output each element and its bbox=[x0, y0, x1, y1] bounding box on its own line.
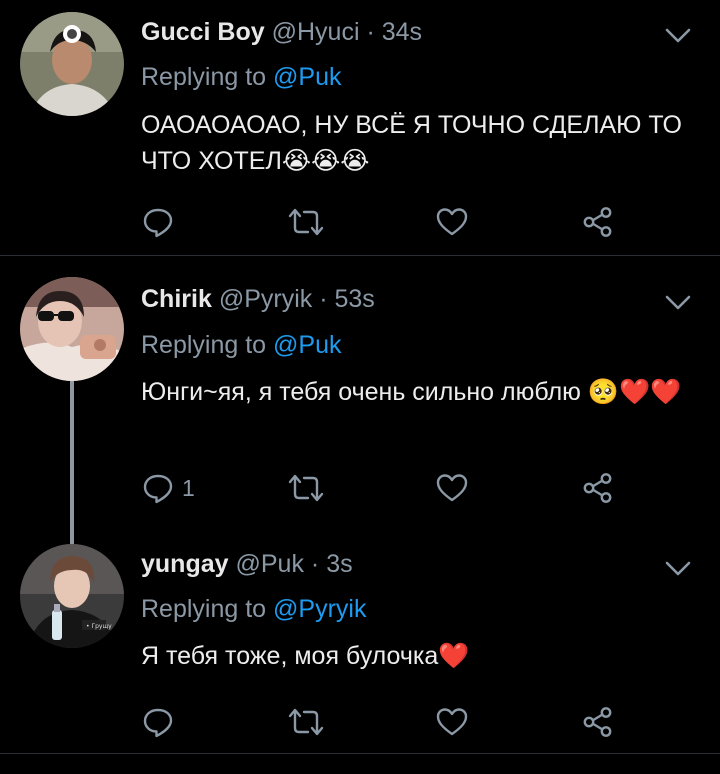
chevron-down-icon[interactable] bbox=[664, 294, 692, 312]
replying-to: Replying to @Pyryik bbox=[141, 594, 366, 624]
tweet-text: ОАОАОАОАО, НУ ВСЁ Я ТОЧНО СДЕЛАЮ ТО ЧТО … bbox=[141, 107, 701, 179]
tweet[interactable]: • Грущу yungay @Puk · 3s Replying to @Py… bbox=[0, 520, 720, 752]
reply-icon bbox=[143, 474, 173, 504]
reply-count: 1 bbox=[182, 474, 195, 501]
tweet-divider bbox=[0, 753, 720, 754]
mention-link[interactable]: @Puk bbox=[273, 63, 341, 91]
avatar[interactable] bbox=[20, 277, 124, 381]
avatar[interactable] bbox=[20, 12, 124, 116]
user-handle[interactable]: @Pyryik bbox=[219, 285, 312, 313]
thread-line bbox=[70, 366, 74, 546]
share-button[interactable] bbox=[580, 704, 616, 740]
display-name[interactable]: Chirik bbox=[141, 285, 212, 313]
retweet-button[interactable] bbox=[286, 704, 326, 740]
retweet-icon bbox=[288, 474, 324, 502]
tweet-text: Я тебя тоже, моя булочка❤️ bbox=[141, 638, 701, 674]
tweet-emoji: 🥺❤️❤️ bbox=[587, 377, 682, 406]
tweet-emoji: 😭😭😭 bbox=[281, 146, 370, 175]
share-icon bbox=[583, 473, 612, 503]
share-button[interactable] bbox=[580, 470, 616, 506]
share-icon bbox=[583, 707, 612, 737]
tweet[interactable]: Gucci Boy @Hyuci · 34s Replying to @Puk … bbox=[0, 0, 720, 254]
tweet-header: Gucci Boy @Hyuci · 34s bbox=[141, 17, 422, 47]
timestamp[interactable]: 53s bbox=[334, 285, 374, 313]
retweet-icon bbox=[288, 708, 324, 736]
tweet-text-body: Юнги~яя, я тебя очень сильно люблю bbox=[141, 378, 581, 406]
display-name[interactable]: yungay bbox=[141, 550, 229, 578]
tweet-actions: 1 bbox=[140, 470, 620, 506]
tweet-header: Chirik @Pyryik · 53s bbox=[141, 284, 375, 314]
svg-text:• Грущу: • Грущу bbox=[86, 623, 112, 630]
chevron-down-icon[interactable] bbox=[664, 27, 692, 45]
like-icon bbox=[436, 708, 468, 736]
retweet-button[interactable] bbox=[286, 470, 326, 506]
replying-to: Replying to @Puk bbox=[141, 330, 342, 360]
tweet-actions bbox=[140, 704, 620, 740]
replying-to-label: Replying to bbox=[141, 595, 267, 623]
mention-link[interactable]: @Puk bbox=[273, 331, 341, 359]
separator-dot: · bbox=[310, 550, 320, 578]
tweet[interactable]: Chirik @Pyryik · 53s Replying to @Puk Юн… bbox=[0, 256, 720, 546]
like-button[interactable] bbox=[434, 470, 470, 506]
avatar[interactable]: • Грущу bbox=[20, 544, 124, 648]
timestamp[interactable]: 34s bbox=[382, 18, 422, 46]
retweet-icon bbox=[288, 208, 324, 236]
reply-button[interactable] bbox=[140, 704, 182, 740]
user-handle[interactable]: @Puk bbox=[235, 550, 303, 578]
tweet-text: Юнги~яя, я тебя очень сильно люблю 🥺❤️❤️ bbox=[141, 374, 701, 410]
like-button[interactable] bbox=[434, 704, 470, 740]
tweet-emoji: ❤️ bbox=[438, 641, 470, 670]
tweet-text-body: Я тебя тоже, моя булочка bbox=[141, 642, 439, 670]
share-button[interactable] bbox=[580, 204, 616, 240]
like-icon bbox=[436, 208, 468, 236]
tweet-actions bbox=[140, 204, 620, 240]
display-name[interactable]: Gucci Boy bbox=[141, 18, 265, 46]
reply-button[interactable]: 1 bbox=[140, 470, 195, 506]
reply-icon bbox=[143, 208, 173, 238]
separator-dot: · bbox=[319, 285, 328, 313]
separator-dot: · bbox=[366, 18, 375, 46]
reply-icon bbox=[143, 708, 173, 738]
replying-to-label: Replying to bbox=[141, 63, 267, 91]
retweet-button[interactable] bbox=[286, 204, 326, 240]
share-icon bbox=[583, 207, 612, 237]
like-button[interactable] bbox=[434, 204, 470, 240]
reply-button[interactable] bbox=[140, 204, 182, 240]
replying-to: Replying to @Puk bbox=[141, 62, 342, 92]
chevron-down-icon[interactable] bbox=[664, 560, 692, 578]
timestamp[interactable]: 3s bbox=[326, 550, 352, 578]
mention-link[interactable]: @Pyryik bbox=[273, 595, 366, 623]
replying-to-label: Replying to bbox=[141, 331, 267, 359]
tweet-text-body: ОАОАОАОАО, НУ ВСЁ Я ТОЧНО СДЕЛАЮ ТО ЧТО … bbox=[141, 111, 682, 175]
like-icon bbox=[436, 474, 468, 502]
tweet-header: yungay @Puk · 3s bbox=[141, 549, 353, 579]
user-handle[interactable]: @Hyuci bbox=[272, 18, 360, 46]
